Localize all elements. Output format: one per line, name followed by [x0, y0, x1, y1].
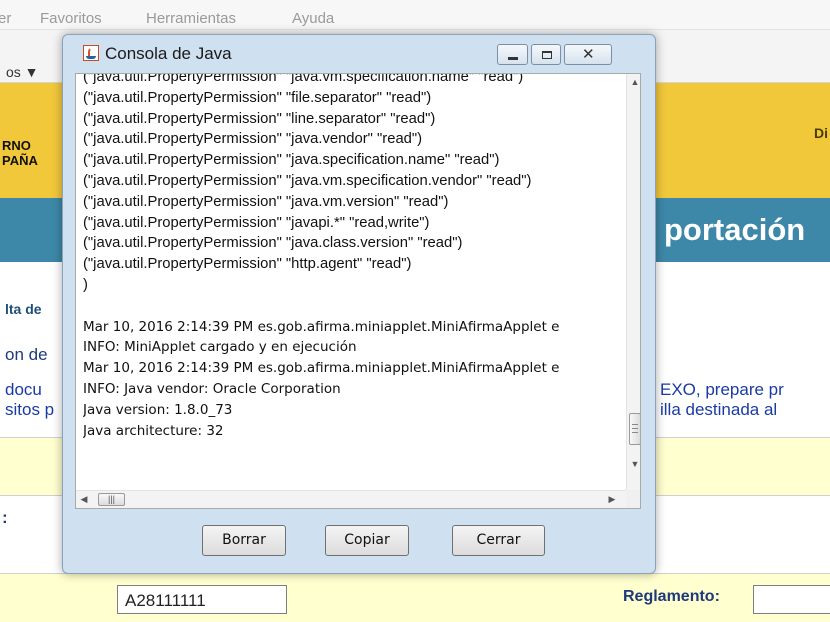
console-line: ("java.util.PropertyPermission" "java.vm… [83, 73, 524, 85]
maximize-button[interactable] [531, 44, 561, 65]
vertical-scrollbar[interactable]: ▲ ▼ [626, 74, 640, 490]
consulta-link[interactable]: lta de [5, 301, 42, 317]
console-line: INFO: Java vendor: Oracle Corporation [83, 380, 341, 397]
console-line: ("java.util.PropertyPermission" "file.se… [83, 89, 432, 106]
minimize-button[interactable] [497, 44, 528, 65]
tools-dropdown[interactable]: os ▼ [6, 64, 39, 80]
console-line: ("java.util.PropertyPermission" "java.vm… [83, 193, 449, 210]
minimize-icon [508, 57, 518, 60]
menu-item-favoritos[interactable]: Favoritos [40, 10, 102, 27]
console-line: Java version: 1.8.0_73 [83, 401, 233, 418]
console-line: ("java.util.PropertyPermission" "java.sp… [83, 152, 500, 169]
close-icon: ✕ [582, 46, 595, 63]
console-output[interactable]: ("java.util.PropertyPermission" "java.vm… [75, 73, 641, 509]
console-line: Mar 10, 2016 2:14:39 PM es.gob.afirma.mi… [83, 360, 560, 377]
console-line: ) [83, 276, 88, 293]
console-line: ("java.util.PropertyPermission" "javapi.… [83, 214, 430, 231]
text-fragment-1: on de [5, 345, 48, 364]
scroll-right-arrow-icon[interactable]: ▶ [604, 491, 620, 508]
vertical-scroll-thumb[interactable] [629, 413, 640, 445]
console-line: ("java.util.PropertyPermission" "line.se… [83, 110, 436, 127]
console-lines: ("java.util.PropertyPermission" "java.vm… [83, 73, 640, 441]
java-console-dialog: Consola de Java ✕ ("java.util.PropertyPe… [62, 34, 656, 574]
console-line: ("java.util.PropertyPermission" "java.vm… [83, 172, 532, 189]
dialog-title: Consola de Java [105, 44, 232, 63]
copiar-button[interactable]: Copiar [325, 525, 409, 556]
reglamento-input[interactable] [753, 585, 830, 614]
text-fragment-2: docu [5, 380, 42, 399]
maximize-icon [542, 51, 552, 59]
borrar-button[interactable]: Borrar [202, 525, 286, 556]
reglamento-label: Reglamento: [623, 588, 720, 605]
menu-item-ver[interactable]: er [0, 10, 11, 27]
scrollbar-corner [626, 490, 640, 508]
close-window-button[interactable]: ✕ [564, 44, 612, 65]
scroll-down-arrow-icon[interactable]: ▼ [627, 456, 640, 472]
java-coffee-icon [83, 45, 99, 61]
text-fragment-3: sitos p [5, 400, 55, 419]
console-line: Java architecture: 32 [83, 422, 224, 439]
menu-item-herramientas[interactable]: Herramientas [146, 10, 236, 27]
page-title: portación [664, 212, 806, 247]
browser-menu-bar: er Favoritos Herramientas Ayuda [0, 0, 830, 30]
horizontal-scrollbar[interactable]: ◀ ||| ▶ [76, 490, 626, 508]
console-line: Mar 10, 2016 2:14:39 PM es.gob.afirma.mi… [83, 318, 560, 335]
nif-input[interactable]: A28111111 [117, 585, 287, 614]
dialog-titlebar[interactable]: Consola de Java ✕ [63, 35, 655, 71]
scroll-left-arrow-icon[interactable]: ◀ [76, 491, 92, 508]
gov-line-1: RNO [2, 138, 31, 153]
console-line: ("java.util.PropertyPermission" "java.cl… [83, 235, 463, 252]
horizontal-scroll-thumb[interactable]: ||| [98, 493, 125, 506]
cerrar-button[interactable]: Cerrar [452, 525, 545, 556]
text-fragment-5: illa destinada al [660, 400, 778, 419]
console-line: ("java.util.PropertyPermission" "http.ag… [83, 256, 412, 273]
header-direction-text: Di [814, 125, 828, 141]
menu-item-ayuda[interactable]: Ayuda [292, 10, 334, 27]
gov-line-2: PAÑA [2, 153, 38, 168]
scroll-up-arrow-icon[interactable]: ▲ [627, 74, 640, 90]
console-line: INFO: MiniApplet cargado y en ejecución [83, 339, 357, 356]
console-line: ("java.util.PropertyPermission" "java.ve… [83, 131, 423, 148]
form-label-fragment: : [2, 508, 8, 527]
government-logo-text: RNO PAÑA [2, 138, 38, 168]
text-fragment-4: EXO, prepare pr [660, 380, 784, 399]
